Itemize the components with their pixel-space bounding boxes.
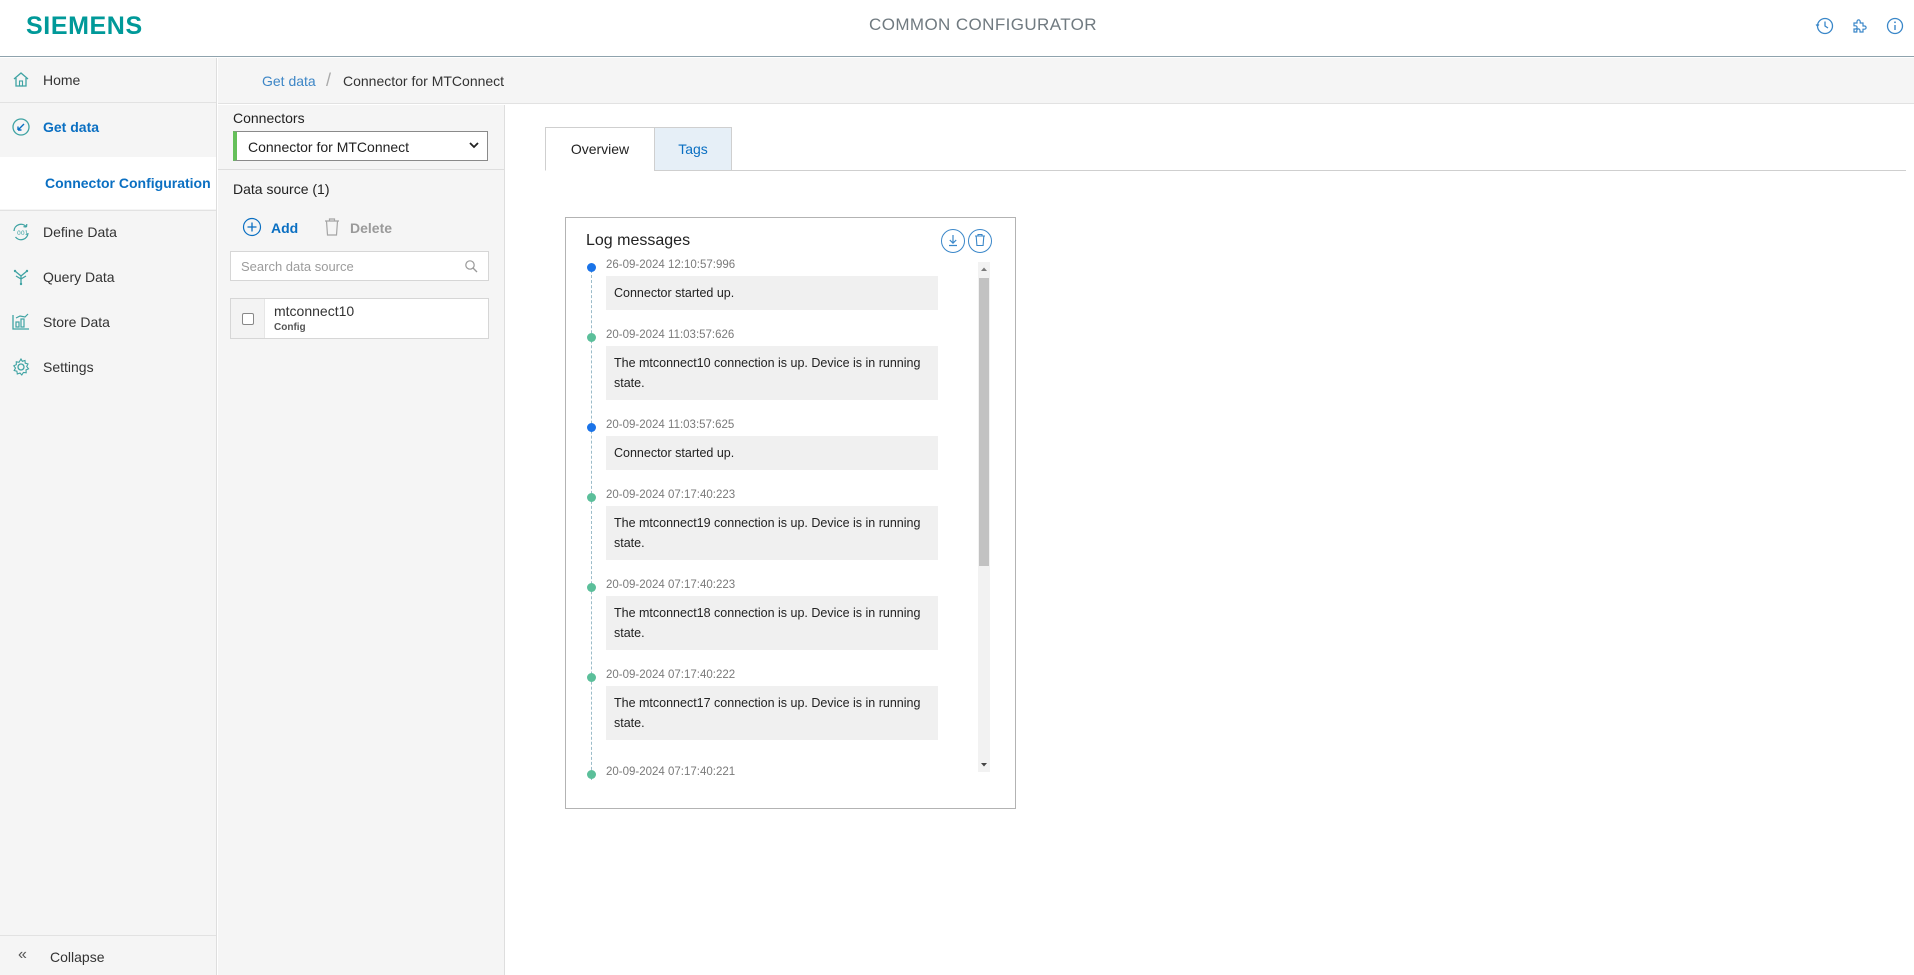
connectors-header: Connectors Connector for MTConnect bbox=[218, 105, 505, 170]
breadcrumb-separator: / bbox=[326, 70, 332, 90]
breadcrumb: Get data / Connector for MTConnect bbox=[218, 58, 1914, 104]
log-message: Connector started up. bbox=[606, 276, 938, 310]
log-timestamp: 20-09-2024 07:17:40:222 bbox=[606, 669, 736, 681]
nav-item-home[interactable]: Home bbox=[0, 58, 216, 102]
connector-select[interactable]: Connector for MTConnect bbox=[233, 131, 488, 161]
log-messages-card: Log messages 26-09-2024 12:10:57:996 Con… bbox=[565, 217, 1016, 809]
datasource-checkbox[interactable] bbox=[231, 299, 265, 338]
log-messages-title: Log messages bbox=[586, 232, 691, 249]
nav-item-query-data[interactable]: Query Data bbox=[0, 255, 216, 299]
clock-icon[interactable] bbox=[1814, 15, 1836, 37]
log-scrollbar[interactable] bbox=[978, 262, 990, 772]
double-chevron-left-icon: « bbox=[18, 946, 27, 963]
log-timestamp: 26-09-2024 12:10:57:996 bbox=[606, 259, 736, 271]
store-data-icon bbox=[10, 311, 32, 333]
clear-log-button[interactable] bbox=[968, 229, 992, 253]
datasource-subtitle: Config bbox=[274, 322, 306, 333]
connector-select-value: Connector for MTConnect bbox=[248, 139, 410, 155]
tabs-baseline bbox=[545, 170, 1906, 171]
status-dot-success bbox=[587, 673, 596, 682]
status-dot-info bbox=[587, 423, 596, 432]
collapse-button[interactable]: « Collapse bbox=[0, 935, 216, 975]
nav-item-define-data[interactable]: 001 Define Data bbox=[0, 210, 216, 254]
puzzle-icon[interactable] bbox=[1849, 15, 1871, 37]
scroll-down-arrow-icon[interactable] bbox=[978, 758, 990, 772]
collapse-label: Collapse bbox=[50, 949, 105, 965]
scrollbar-thumb[interactable] bbox=[979, 278, 989, 566]
status-dot-success bbox=[587, 493, 596, 502]
trash-icon bbox=[323, 217, 341, 240]
status-dot-success bbox=[587, 583, 596, 592]
log-timestamp: 20-09-2024 11:03:57:626 bbox=[606, 329, 735, 341]
query-data-icon bbox=[10, 266, 32, 288]
nav-label-store-data: Store Data bbox=[43, 314, 110, 330]
log-timestamp: 20-09-2024 07:17:40:223 bbox=[606, 579, 736, 591]
nav-sublabel: Connector Configuration bbox=[45, 175, 211, 191]
nav-label-home: Home bbox=[43, 72, 81, 88]
download-log-button[interactable] bbox=[941, 229, 965, 253]
status-dot-info bbox=[587, 263, 596, 272]
gear-icon bbox=[10, 356, 32, 378]
nav-label-query-data: Query Data bbox=[43, 269, 115, 285]
connectors-label: Connectors bbox=[233, 110, 305, 126]
nav-subitem-connector-configuration[interactable]: Connector Configuration bbox=[0, 157, 216, 209]
nav-label-get-data: Get data bbox=[43, 119, 100, 135]
status-dot-success bbox=[587, 770, 596, 779]
datasource-name: mtconnect10 bbox=[274, 303, 355, 319]
header-icon-bar bbox=[1814, 15, 1906, 37]
log-message: The mtconnect19 connection is up. Device… bbox=[606, 506, 938, 560]
nav-label-settings: Settings bbox=[43, 359, 94, 375]
add-label: Add bbox=[271, 220, 299, 236]
log-message: The mtconnect18 connection is up. Device… bbox=[606, 596, 938, 650]
breadcrumb-link-get-data[interactable]: Get data bbox=[262, 73, 316, 89]
nav-item-settings[interactable]: Settings bbox=[0, 345, 216, 389]
chevron-down-icon bbox=[467, 138, 481, 152]
timeline-line bbox=[591, 265, 592, 780]
plus-circle-icon bbox=[242, 217, 262, 240]
datasource-title: Data source (1) bbox=[233, 181, 330, 197]
define-data-icon: 001 bbox=[10, 221, 32, 243]
search-input[interactable] bbox=[231, 252, 451, 280]
delete-datasource-button[interactable]: Delete bbox=[323, 217, 392, 239]
log-message: Connector started up. bbox=[606, 436, 938, 470]
status-dot-success bbox=[587, 333, 596, 342]
download-icon bbox=[946, 233, 960, 250]
add-datasource-button[interactable]: Add bbox=[242, 217, 298, 239]
breadcrumb-current: Connector for MTConnect bbox=[343, 73, 505, 89]
nav-label-define-data: Define Data bbox=[43, 224, 117, 240]
log-message: The mtconnect17 connection is up. Device… bbox=[606, 686, 938, 740]
datasource-panel: Connectors Connector for MTConnect Data … bbox=[218, 105, 505, 975]
trash-icon bbox=[974, 233, 986, 250]
top-header: SIEMENS COMMON CONFIGURATOR bbox=[0, 0, 1914, 57]
delete-label: Delete bbox=[350, 220, 393, 236]
side-navigation: Home Get data Connector Configuration 00… bbox=[0, 58, 217, 975]
log-timestamp: 20-09-2024 07:17:40:221 bbox=[606, 766, 736, 778]
app-title: COMMON CONFIGURATOR bbox=[869, 15, 1097, 34]
log-timestamp: 20-09-2024 07:17:40:223 bbox=[606, 489, 736, 501]
svg-text:001: 001 bbox=[17, 230, 29, 237]
scroll-up-arrow-icon[interactable] bbox=[978, 262, 990, 276]
tab-tags[interactable]: Tags bbox=[654, 127, 732, 171]
get-data-icon bbox=[10, 116, 32, 138]
tab-overview[interactable]: Overview bbox=[545, 127, 655, 171]
log-message: The mtconnect10 connection is up. Device… bbox=[606, 346, 938, 400]
search-box bbox=[230, 251, 489, 281]
datasource-list-item[interactable]: mtconnect10 Config bbox=[230, 298, 489, 339]
nav-item-store-data[interactable]: Store Data bbox=[0, 300, 216, 344]
nav-divider bbox=[0, 102, 216, 103]
nav-item-get-data[interactable]: Get data bbox=[0, 105, 216, 149]
log-list: 26-09-2024 12:10:57:996 Connector starte… bbox=[566, 259, 986, 780]
log-timestamp: 20-09-2024 11:03:57:625 bbox=[606, 419, 735, 431]
search-icon[interactable] bbox=[464, 259, 478, 273]
info-icon[interactable] bbox=[1884, 15, 1906, 37]
home-icon bbox=[10, 69, 32, 91]
checkbox-box bbox=[242, 313, 254, 325]
